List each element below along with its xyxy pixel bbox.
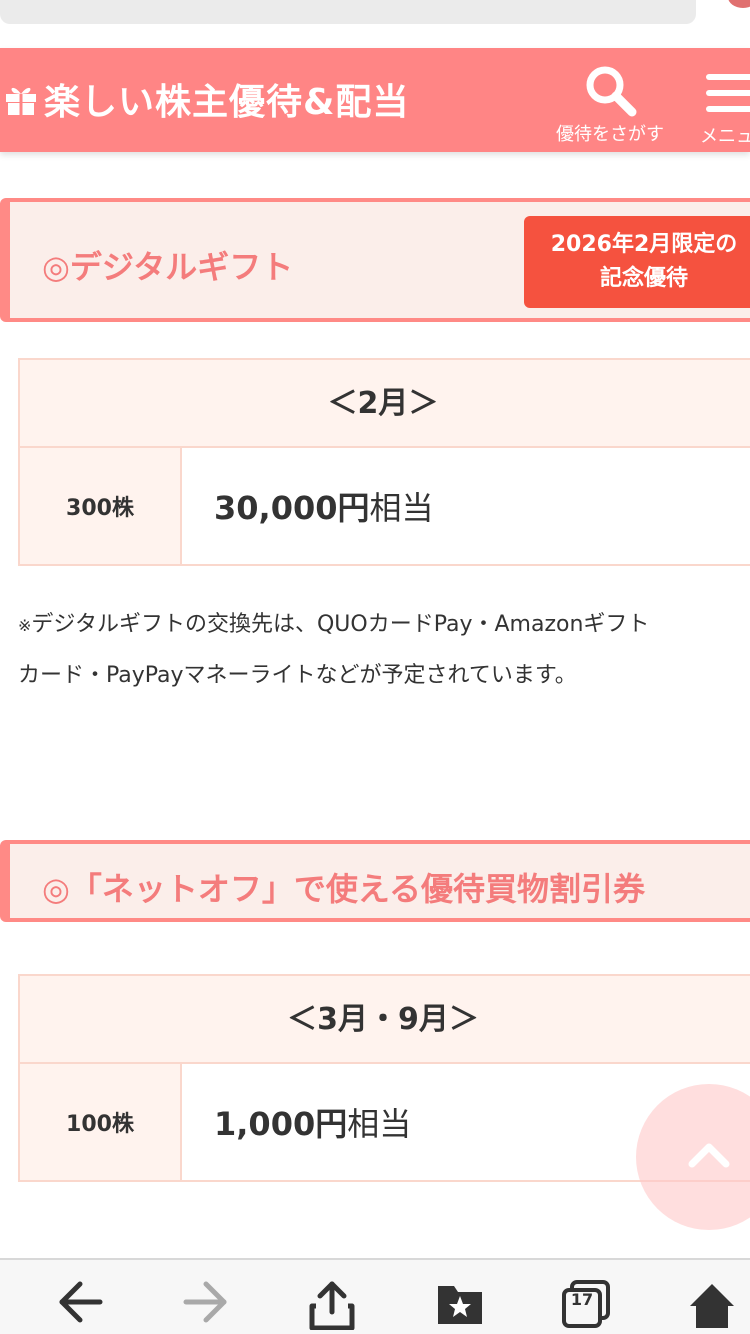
note-line-1: デジタルギフトの交換先は、QUOカードPay・Amazonギフト [31, 612, 650, 637]
menu-button[interactable]: メニュー [696, 60, 750, 148]
shares-cell: 100株 [20, 1064, 182, 1180]
section-title-text: ◎デジタルギフト [42, 248, 294, 286]
share-button[interactable] [302, 1280, 362, 1334]
shares-cell: 300株 [20, 448, 182, 564]
table-row: 300株 30,000円 相当 [20, 448, 750, 564]
tabs-button[interactable]: 17 [556, 1280, 616, 1334]
search-label: 優待をさがす [556, 124, 664, 145]
amount: 30,000円 [214, 489, 370, 527]
home-icon [690, 1284, 734, 1328]
browser-status-dot [728, 0, 750, 8]
search-icon [586, 66, 637, 117]
bookmarks-button[interactable] [430, 1280, 490, 1334]
home-button[interactable] [682, 1280, 742, 1334]
bookmark-folder-icon [438, 1286, 482, 1324]
badge-line-1: 2026年2月限定の [550, 232, 738, 257]
section-title-text: ◎「ネットオフ」で使える優待買物割引券 [42, 870, 645, 908]
table-header: ＜3月・9月＞ [20, 976, 750, 1064]
amount-unit: 相当 [369, 489, 434, 527]
arrow-right-icon [183, 1281, 227, 1323]
note-line-2: カード・PayPayマネーライトなどが予定されています。 [18, 663, 577, 688]
badge-line-2: 記念優待 [599, 266, 688, 291]
forward-button[interactable] [176, 1280, 236, 1334]
share-icon [309, 1281, 355, 1330]
value-cell: 30,000円 相当 [182, 448, 750, 564]
note-text: ※デジタルギフトの交換先は、QUOカードPay・Amazonギフト カード・Pa… [18, 600, 750, 701]
amount: 1,000円 [214, 1105, 348, 1143]
arrow-left-icon [59, 1281, 103, 1323]
amount-unit: 相当 [347, 1105, 412, 1143]
gift-icon [6, 87, 36, 115]
tab-count: 17 [570, 1290, 594, 1309]
limited-badge: 2026年2月限定の 記念優待 [524, 216, 750, 308]
hamburger-icon [706, 68, 750, 116]
browser-url-bar[interactable] [0, 0, 696, 24]
benefit-table-digital-gift: ＜2月＞ 300株 30,000円 相当 [18, 358, 750, 566]
section-title-digital-gift: ◎デジタルギフト 2026年2月限定の 記念優待 [0, 198, 750, 322]
site-header: 楽しい株主優待&配当 優待をさがす メニュー [0, 48, 750, 152]
table-header: ＜2月＞ [20, 360, 750, 448]
search-button[interactable]: 優待をさがす [548, 60, 672, 148]
note-mark: ※ [18, 616, 32, 635]
chevron-up-icon [688, 1143, 730, 1168]
site-logo[interactable]: 楽しい株主優待&配当 [4, 74, 409, 124]
section-title-netoff: ◎「ネットオフ」で使える優待買物割引券 [0, 840, 750, 922]
logo-text: 楽しい株主優待&配当 [44, 82, 410, 123]
back-button[interactable] [50, 1280, 110, 1334]
menu-label: メニュー [700, 126, 750, 147]
browser-toolbar: 17 [0, 1258, 750, 1334]
